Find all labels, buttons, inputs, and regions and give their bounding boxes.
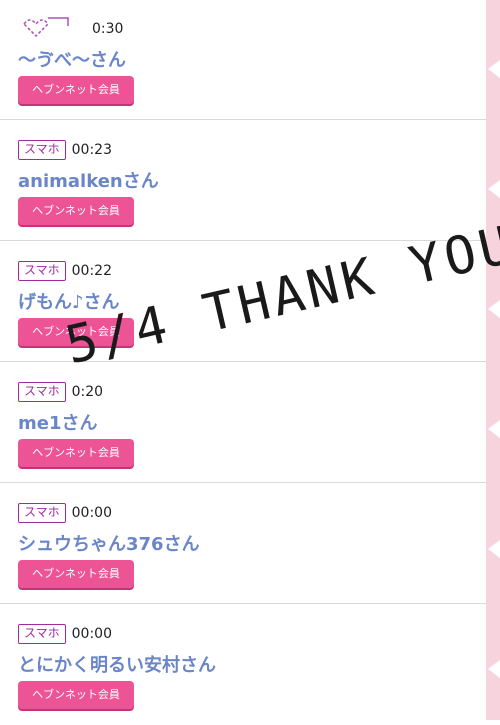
strip-notch bbox=[488, 540, 500, 558]
visit-time: 00:00 bbox=[71, 505, 112, 521]
strip-notch bbox=[488, 420, 500, 438]
visitor-name[interactable]: げもん♪さん bbox=[18, 288, 120, 314]
visit-meta: スマホ 0:20 bbox=[18, 381, 103, 403]
visitor-list: 0:30 〜ゔべ〜さん ヘブンネット会員 スマホ 00:23 animalken… bbox=[0, 0, 486, 720]
member-button[interactable]: ヘブンネット会員 bbox=[18, 76, 134, 104]
device-badge: スマホ bbox=[18, 140, 66, 160]
visit-meta: 0:30 bbox=[86, 18, 123, 40]
visit-time: 0:20 bbox=[71, 384, 104, 400]
device-badge: スマホ bbox=[18, 624, 66, 644]
visit-meta: スマホ 00:23 bbox=[18, 139, 112, 161]
visit-time: 0:30 bbox=[92, 21, 124, 37]
visit-time: 00:00 bbox=[71, 626, 112, 642]
strip-notch bbox=[488, 300, 500, 318]
visitor-name[interactable]: シュウちゃん376さん bbox=[18, 530, 200, 556]
member-button[interactable]: ヘブンネット会員 bbox=[18, 560, 134, 588]
heart-logo-icon bbox=[23, 17, 69, 38]
visitor-name[interactable]: animalkenさん bbox=[18, 167, 159, 193]
member-button[interactable]: ヘブンネット会員 bbox=[18, 681, 134, 709]
list-item: スマホ 00:22 げもん♪さん ヘブンネット会員 bbox=[0, 242, 486, 362]
list-item: スマホ 00:23 animalkenさん ヘブンネット会員 bbox=[0, 121, 486, 241]
visit-meta: スマホ 00:22 bbox=[18, 260, 112, 282]
strip-notch bbox=[488, 60, 500, 78]
visitor-name[interactable]: とにかく明るい安村さん bbox=[18, 651, 216, 677]
member-button[interactable]: ヘブンネット会員 bbox=[18, 197, 134, 225]
member-button[interactable]: ヘブンネット会員 bbox=[18, 439, 134, 467]
device-badge: スマホ bbox=[18, 382, 66, 402]
list-item: スマホ 00:00 とにかく明るい安村さん ヘブンネット会員 bbox=[0, 605, 486, 725]
strip-notch bbox=[488, 660, 500, 678]
device-badge: スマホ bbox=[18, 503, 66, 523]
list-item: スマホ 00:00 シュウちゃん376さん ヘブンネット会員 bbox=[0, 484, 486, 604]
visitor-name[interactable]: 〜ゔべ〜さん bbox=[18, 46, 126, 72]
visit-meta: スマホ 00:00 bbox=[18, 623, 112, 645]
visit-meta: スマホ 00:00 bbox=[18, 502, 112, 524]
strip-notch bbox=[488, 180, 500, 198]
visit-time: 00:22 bbox=[71, 263, 112, 279]
visitor-name[interactable]: me1さん bbox=[18, 409, 98, 435]
list-item: 0:30 〜ゔべ〜さん ヘブンネット会員 bbox=[0, 0, 486, 120]
list-item: スマホ 0:20 me1さん ヘブンネット会員 bbox=[0, 363, 486, 483]
member-button[interactable]: ヘブンネット会員 bbox=[18, 318, 134, 346]
decorative-side-strip bbox=[486, 0, 500, 720]
visit-time: 00:23 bbox=[71, 142, 112, 158]
device-badge: スマホ bbox=[18, 261, 66, 281]
